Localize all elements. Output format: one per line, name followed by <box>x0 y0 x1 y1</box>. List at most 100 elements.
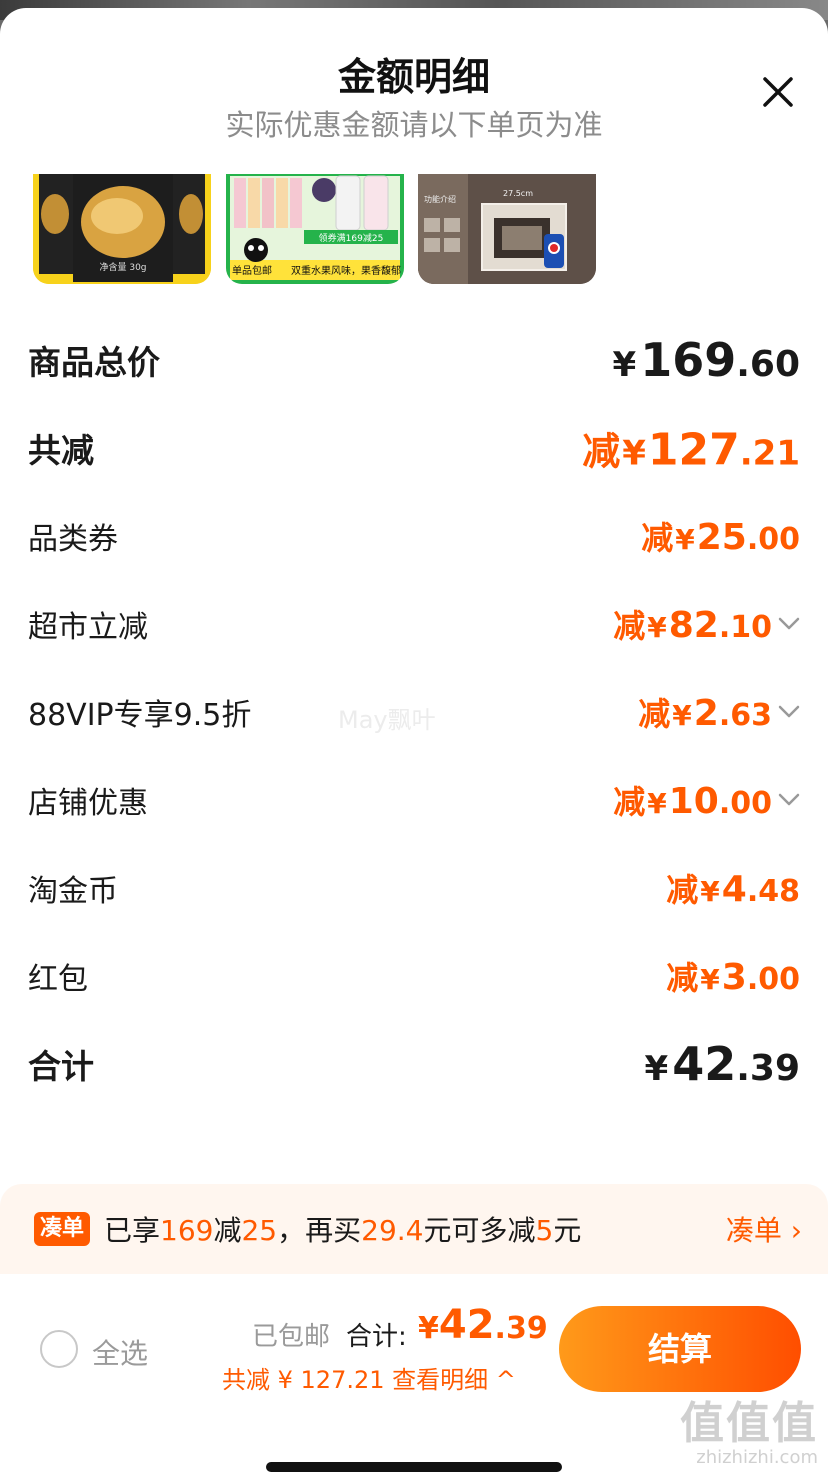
amount-int: 2 <box>693 693 719 734</box>
amount-detail-sheet: 金额明细 实际优惠金额请以下单页为准 净含量 30g 领券满169减25 单品包… <box>0 8 828 1478</box>
total-label: 合计: <box>346 1322 407 1352</box>
promo-highlight: 169 <box>160 1214 214 1247</box>
amount-dec: .00 <box>746 962 800 997</box>
promo-text-part: 元可多减 <box>423 1214 536 1247</box>
row-label: 淘金币 <box>28 874 118 909</box>
yen-symbol: ¥ <box>647 787 667 820</box>
row-total-price: 商品总价 ¥169.60 <box>0 316 828 404</box>
row-label: 商品总价 <box>28 343 160 382</box>
svg-text:双重水果风味，果香馥郁: 双重水果风味，果香馥郁 <box>291 264 401 277</box>
svg-text:功能介绍: 功能介绍 <box>424 194 456 204</box>
amount-dec: .48 <box>746 874 800 909</box>
sheet-header: 金额明细 实际优惠金额请以下单页为准 <box>0 8 828 168</box>
chevron-down-icon[interactable] <box>778 617 800 631</box>
row-red-packet: 红包 减¥3.00 <box>0 932 828 1020</box>
row-total-reduced: 共减 减¥127.21 <box>0 404 828 492</box>
add-on-link[interactable]: 凑单 › <box>726 1209 802 1249</box>
promo-text-part: 已享 <box>104 1214 161 1247</box>
yen-symbol: ¥ <box>612 345 637 385</box>
total-value: ¥42.39 <box>418 1302 548 1348</box>
drinks-image: 领券满169减25 单品包邮 双重水果风味，果香馥郁 <box>226 174 404 284</box>
reduce-prefix: 减 <box>666 871 699 909</box>
yen-symbol: ¥ <box>647 611 667 644</box>
promo-bar[interactable]: 凑单 已享169减25，再买29.4元可多减5元 凑单 › <box>0 1184 828 1274</box>
promo-highlight: 25 <box>241 1214 278 1247</box>
chevron-down-icon[interactable] <box>778 705 800 719</box>
yen-symbol: ¥ <box>700 875 720 908</box>
row-label: 共减 <box>28 431 94 470</box>
amount-dec: .00 <box>746 522 800 557</box>
amount-dec: .10 <box>718 610 772 645</box>
checkout-bar: 全选 已包邮 合计: ¥42.39 共减 ¥ 127.21 查看明细 ^ 结算 … <box>0 1274 828 1478</box>
product-thumb-storage[interactable]: 功能介绍 27.5cm <box>418 174 596 284</box>
reduce-prefix: 减 <box>582 429 621 474</box>
total-price-amount: ¥169.60 <box>613 333 800 387</box>
promo-text-part: 元 <box>553 1214 582 1247</box>
yen-symbol: ¥ <box>700 963 720 996</box>
svg-text:27.5cm: 27.5cm <box>503 189 533 198</box>
promo-highlight: 29.4 <box>361 1214 424 1247</box>
yen-symbol: ¥ <box>672 699 692 732</box>
gold-coin-amount: 减¥4.48 <box>666 865 800 911</box>
amount-int: 3 <box>721 957 747 998</box>
yen-symbol: ¥ <box>622 433 646 474</box>
amount-int: 169 <box>640 333 737 387</box>
site-url: zhizhizhi.com <box>696 1447 818 1468</box>
select-all-label[interactable]: 全选 <box>92 1332 148 1372</box>
amount-dec: .39 <box>494 1311 548 1346</box>
watermark: May飘叶 <box>338 706 436 734</box>
yen-symbol: ¥ <box>418 1311 439 1346</box>
svg-text:净含量 30g: 净含量 30g <box>99 261 146 273</box>
amount-int: 10 <box>668 781 719 822</box>
sheet-subtitle: 实际优惠金额请以下单页为准 <box>225 108 603 142</box>
reduce-prefix: 减 <box>638 695 671 733</box>
home-indicator[interactable] <box>266 1462 562 1472</box>
yen-symbol: ¥ <box>675 523 695 556</box>
row-label: 品类券 <box>28 522 118 557</box>
red-packet-amount: 减¥3.00 <box>666 953 800 999</box>
row-label: 店铺优惠 <box>28 786 148 821</box>
row-gold-coin: 淘金币 减¥4.48 <box>0 844 828 932</box>
amount-dec: .00 <box>718 786 772 821</box>
amount-dec: .21 <box>739 433 800 474</box>
amount-int: 42 <box>438 1302 495 1348</box>
reduce-prefix: 减 <box>613 783 646 821</box>
row-sum: 合计 ¥42.39 <box>0 1020 828 1108</box>
sum-amount: ¥42.39 <box>645 1037 800 1091</box>
site-logo: 值值值 <box>680 1398 818 1449</box>
row-store-discount[interactable]: 店铺优惠 减¥10.00 <box>0 756 828 844</box>
product-thumb-snack[interactable]: 净含量 30g <box>33 174 211 284</box>
chevron-down-icon[interactable] <box>778 793 800 807</box>
free-shipping-label: 已包邮 <box>252 1322 331 1352</box>
close-button[interactable] <box>758 72 798 112</box>
row-supermarket-discount[interactable]: 超市立减 减¥82.10 <box>0 580 828 668</box>
product-thumb-drinks[interactable]: 领券满169减25 单品包邮 双重水果风味，果香馥郁 <box>226 174 404 284</box>
snack-image: 净含量 30g <box>33 174 211 284</box>
promo-text-part: ，再买 <box>277 1214 362 1247</box>
reduce-prefix: 减 <box>641 519 674 557</box>
amount-int: 127 <box>647 424 740 476</box>
row-label: 合计 <box>28 1047 94 1086</box>
reduce-prefix: 减 <box>613 607 646 645</box>
amount-int: 42 <box>672 1037 737 1091</box>
amount-int: 4 <box>721 869 747 910</box>
view-details-link[interactable]: 共减 ¥ 127.21 查看明细 ^ <box>222 1360 516 1395</box>
checkout-button[interactable]: 结算 <box>559 1306 801 1392</box>
select-all-radio[interactable] <box>40 1330 78 1368</box>
row-label: 超市立减 <box>28 610 148 645</box>
promo-text-part: 减 <box>213 1214 242 1247</box>
amount-dec: .39 <box>736 1048 800 1089</box>
promo-tag: 凑单 <box>34 1212 91 1246</box>
row-category-coupon: 品类券 减¥25.00 <box>0 492 828 580</box>
row-label: 88VIP专享9.5折 <box>28 698 252 733</box>
promo-highlight: 5 <box>535 1214 554 1247</box>
reduce-prefix: 减 <box>666 959 699 997</box>
amount-dec: .60 <box>736 344 800 385</box>
promo-text: 已享169减25，再买29.4元可多减5元 <box>104 1209 581 1249</box>
store-amount: 减¥10.00 <box>613 777 772 823</box>
row-label: 红包 <box>28 962 88 997</box>
close-icon <box>763 77 793 107</box>
storage-image: 功能介绍 27.5cm <box>418 174 596 284</box>
vip-amount: 减¥2.63 <box>638 689 772 735</box>
amount-dec: .63 <box>718 698 772 733</box>
